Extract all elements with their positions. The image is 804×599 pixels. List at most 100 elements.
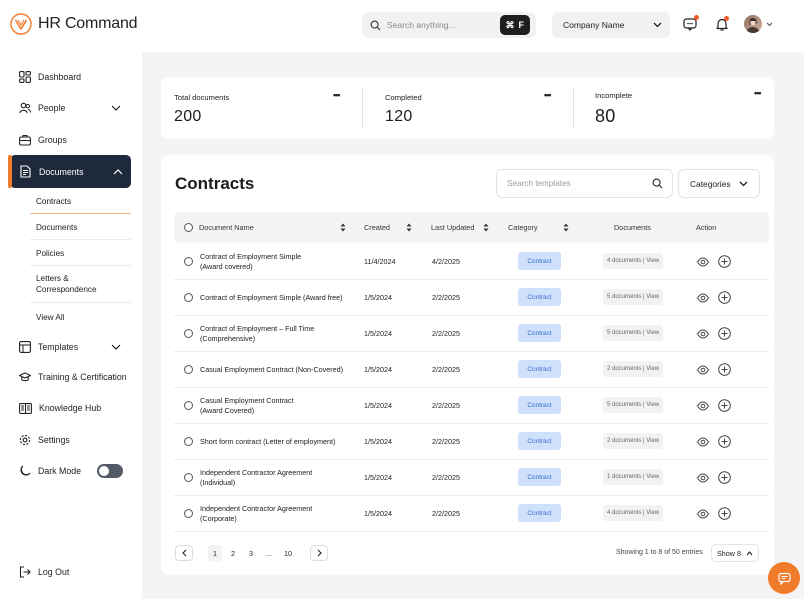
command-key: ⌘	[505, 19, 515, 30]
view-eye-icon[interactable]	[697, 436, 709, 448]
sidebar-item-templates[interactable]: Templates	[19, 338, 123, 356]
documents-link[interactable]: 5 documents | View	[603, 397, 664, 413]
view-eye-icon[interactable]	[697, 364, 709, 376]
table-row[interactable]: Independent Contractor Agreement (Corpora…	[174, 496, 769, 532]
sort-icon[interactable]	[406, 223, 412, 232]
row-checkbox[interactable]	[184, 257, 193, 266]
bell-icon[interactable]	[714, 16, 730, 32]
view-eye-icon[interactable]	[697, 292, 709, 304]
search-input[interactable]: Search anything...	[387, 20, 494, 30]
template-search-input[interactable]: Search templates	[507, 179, 571, 188]
add-circle-icon[interactable]	[718, 399, 731, 412]
sidebar-item-logout[interactable]: Log Out	[19, 563, 69, 581]
add-circle-icon[interactable]	[718, 507, 731, 520]
page-button-1[interactable]: 1	[208, 545, 222, 561]
more-options-icon[interactable]: •••	[754, 88, 762, 98]
table-row[interactable]: Contract of Employment Simple (Award cove…	[174, 244, 769, 280]
submenu-view-all[interactable]: View All	[36, 312, 65, 323]
table-row[interactable]: Short form contract (Letter of employmen…	[174, 424, 769, 460]
submenu-policies[interactable]: Policies	[36, 248, 64, 259]
prev-page-button[interactable]	[175, 545, 193, 561]
chat-icon[interactable]	[682, 15, 699, 32]
row-checkbox[interactable]	[184, 293, 193, 302]
document-name-line2: (Corporate)	[200, 514, 237, 523]
sort-icon[interactable]	[483, 223, 489, 232]
avatar-chevron-icon[interactable]	[766, 22, 773, 27]
page-button-10[interactable]: 10	[280, 545, 296, 561]
row-checkbox[interactable]	[184, 509, 193, 518]
documents-link[interactable]: 4 documents | View	[603, 253, 664, 269]
document-name: Contract of Employment – Full Time (Compr…	[200, 324, 360, 344]
document-name-line1: Short form contract (Letter of employmen…	[200, 437, 336, 446]
view-eye-icon[interactable]	[697, 256, 709, 268]
documents-link[interactable]: 5 documents | View	[603, 289, 664, 305]
row-checkbox[interactable]	[184, 329, 193, 338]
add-circle-icon[interactable]	[718, 255, 731, 268]
view-eye-icon[interactable]	[697, 400, 709, 412]
dark-mode-toggle[interactable]	[97, 464, 123, 478]
category-badge: Contract	[518, 360, 561, 378]
table-row[interactable]: Contract of Employment Simple (Award fre…	[174, 280, 769, 316]
sort-icon[interactable]	[340, 223, 346, 232]
table-row[interactable]: Contract of Employment – Full Time (Compr…	[174, 316, 769, 352]
view-eye-icon[interactable]	[697, 508, 709, 520]
sidebar-item-documents[interactable]: Documents	[8, 155, 131, 188]
documents-link[interactable]: 2 documents | View	[603, 433, 664, 449]
next-page-button[interactable]	[310, 545, 328, 561]
document-name-line1: Contract of Employment Simple	[200, 252, 302, 261]
submenu-documents[interactable]: Documents	[36, 222, 77, 233]
sort-icon[interactable]	[563, 223, 569, 232]
row-checkbox[interactable]	[184, 473, 193, 482]
stat-value: 120	[385, 108, 413, 125]
sidebar-item-people[interactable]: People	[19, 99, 123, 117]
global-search[interactable]: Search anything... ⌘ F	[362, 12, 536, 38]
chat-notification-dot	[694, 15, 699, 20]
more-options-icon[interactable]: •••	[333, 90, 341, 100]
view-eye-icon[interactable]	[697, 328, 709, 340]
documents-link[interactable]: 4 documents | View	[603, 505, 664, 521]
company-select[interactable]: Company Name	[552, 12, 670, 38]
column-header-document-name[interactable]: Document Name	[199, 223, 254, 232]
sidebar-item-dashboard[interactable]: Dashboard	[19, 68, 81, 86]
avatar[interactable]	[744, 15, 762, 33]
categories-dropdown[interactable]: Categories	[678, 169, 760, 198]
column-header-category[interactable]: Category	[508, 223, 538, 232]
documents-link[interactable]: 2 documents | View	[603, 361, 664, 377]
select-all-checkbox[interactable]	[184, 223, 193, 232]
page-button-2[interactable]: 2	[226, 545, 240, 561]
table-row[interactable]: Casual Employment Contract (Non-Covered)…	[174, 352, 769, 388]
view-eye-icon[interactable]	[697, 472, 709, 484]
row-checkbox[interactable]	[184, 401, 193, 410]
search-icon	[652, 178, 663, 189]
sidebar-item-knowledge-hub[interactable]: Knowledge Hub	[19, 399, 101, 417]
submenu-contracts[interactable]: Contracts	[36, 196, 71, 207]
add-circle-icon[interactable]	[718, 435, 731, 448]
table-row[interactable]: Casual Employment Contract (Award Covered…	[174, 388, 769, 424]
sidebar-item-groups[interactable]: Groups	[19, 131, 67, 149]
template-search[interactable]: Search templates	[496, 169, 673, 198]
page-button-3[interactable]: 3	[244, 545, 258, 561]
column-header-last-updated[interactable]: Last Updated	[431, 223, 474, 232]
add-circle-icon[interactable]	[718, 471, 731, 484]
chevron-down-icon	[653, 22, 662, 28]
sidebar-item-settings[interactable]: Settings	[19, 431, 70, 449]
column-header-created[interactable]: Created	[364, 223, 390, 232]
add-circle-icon[interactable]	[718, 291, 731, 304]
chat-fab-button[interactable]	[768, 562, 800, 594]
page-size-select[interactable]: Show 8	[711, 544, 759, 562]
app-logo[interactable]: HR Command	[10, 13, 138, 35]
table-row[interactable]: Independent Contractor Agreement (Individ…	[174, 460, 769, 496]
submenu-letters[interactable]: Letters & Correspondence	[36, 273, 97, 295]
sidebar-item-training[interactable]: Training & Certification	[19, 368, 127, 386]
add-circle-icon[interactable]	[718, 363, 731, 376]
page-title: Contracts	[175, 174, 255, 193]
row-checkbox[interactable]	[184, 365, 193, 374]
chevron-down-icon	[111, 105, 121, 111]
documents-link[interactable]: 5 documents | View	[603, 325, 664, 341]
more-options-icon[interactable]: •••	[544, 90, 552, 100]
updated-date: 2/2/2025	[432, 473, 460, 482]
add-circle-icon[interactable]	[718, 327, 731, 340]
documents-link[interactable]: 1 documents | View	[603, 469, 664, 485]
submenu-letters-line1: Letters &	[36, 274, 69, 283]
row-checkbox[interactable]	[184, 437, 193, 446]
